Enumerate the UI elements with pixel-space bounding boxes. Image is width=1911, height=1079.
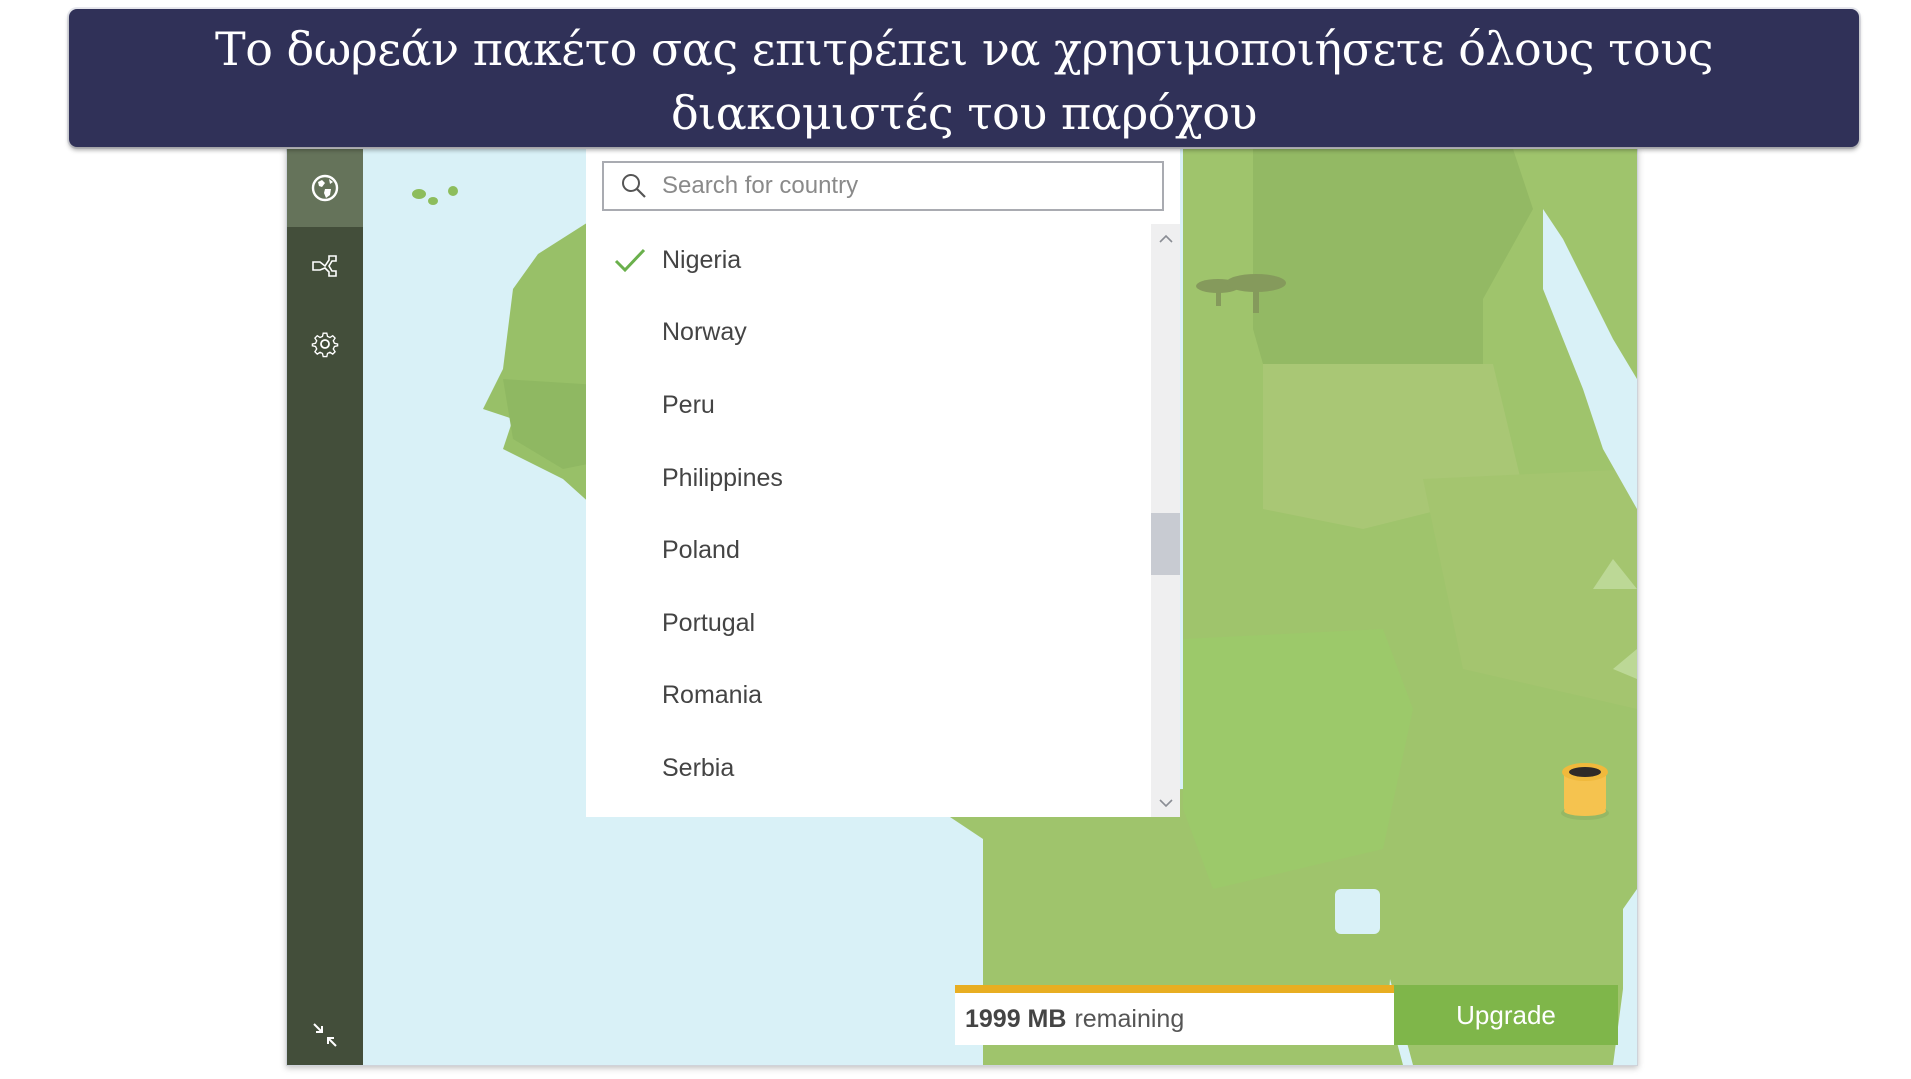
split-tunnel-icon [312,255,337,277]
country-item-nigeria[interactable]: Nigeria [586,224,1151,296]
country-label: Romania [662,680,763,709]
data-remaining-indicator: 1999 MB remaining [955,985,1394,1045]
country-item-portugal[interactable]: Portugal [586,587,1151,659]
island [428,197,438,205]
scroll-down-button[interactable] [1151,789,1180,817]
upgrade-button[interactable]: Upgrade [1394,985,1618,1045]
country-item-philippines[interactable]: Philippines [586,442,1151,514]
country-search-input[interactable] [660,171,1144,201]
sidebar [287,149,363,1065]
sidebar-item-split-tunneling[interactable] [287,227,363,305]
country-item-norway[interactable]: Norway [586,296,1151,368]
country-label: Norway [662,317,747,346]
data-suffix: remaining [1074,1004,1185,1033]
chevron-down-icon [1158,798,1173,807]
scrollbar-thumb[interactable] [1151,513,1180,576]
scroll-up-button[interactable] [1151,224,1180,252]
country-list-scrollbar[interactable] [1151,224,1180,817]
sidebar-item-locations[interactable] [287,149,363,227]
island [448,186,458,196]
lake-victoria [1335,889,1380,934]
island [412,189,426,199]
compress-window-button[interactable] [287,1005,363,1065]
gear-icon [311,332,339,358]
country-list: Nigeria Norway Peru Philippines Poland P… [586,224,1151,817]
country-label: Poland [662,535,740,564]
country-label: Portugal [662,608,756,637]
country-item-romania[interactable]: Romania [586,659,1151,731]
country-label: Nigeria [662,245,742,274]
land-congo [1183,629,1413,889]
vpn-app-window: Nigeria Norway Peru Philippines Poland P… [286,148,1638,1066]
location-marker-icon[interactable] [1559,761,1611,821]
caption-banner: Το δωρεάν πακέτο σας επιτρέπει να χρησιμ… [69,9,1859,147]
country-dropdown: Nigeria Norway Peru Philippines Poland P… [586,149,1180,817]
compress-icon [313,1023,337,1047]
sidebar-item-settings[interactable] [287,305,363,383]
country-item-poland[interactable]: Poland [586,514,1151,586]
globe-icon [311,174,339,202]
country-item-peru[interactable]: Peru [586,369,1151,441]
country-label: Peru [662,390,715,419]
country-label: Philippines [662,463,783,492]
checkmark-icon [614,248,646,273]
country-item-serbia[interactable]: Serbia [586,732,1151,804]
search-icon [622,174,646,198]
chevron-up-icon [1158,234,1173,243]
country-search-field[interactable] [602,161,1164,211]
country-label: Serbia [662,753,735,782]
data-amount: 1999 MB [965,1004,1067,1033]
